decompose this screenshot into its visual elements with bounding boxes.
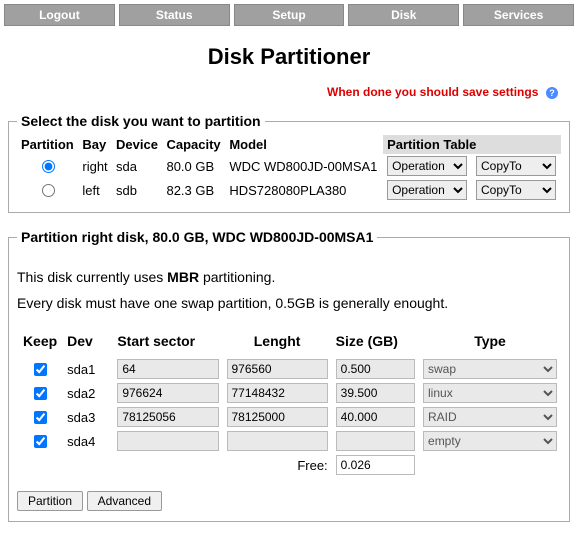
- keep-checkbox[interactable]: [34, 363, 47, 376]
- keep-checkbox[interactable]: [34, 387, 47, 400]
- scheme-pre: This disk currently uses: [17, 269, 167, 285]
- start-sector-input[interactable]: [117, 383, 218, 403]
- button-row: Partition Advanced: [17, 491, 561, 511]
- disk-capacity: 82.3 GB: [162, 178, 225, 202]
- swap-note: Every disk must have one swap partition,…: [17, 295, 561, 311]
- hdr-keep: Keep: [17, 329, 63, 357]
- partition-row: sda3 RAID: [17, 405, 561, 429]
- hdr-device: Device: [112, 135, 162, 154]
- type-select[interactable]: linux: [423, 383, 557, 403]
- start-sector-input[interactable]: [117, 407, 218, 427]
- length-input[interactable]: [227, 407, 328, 427]
- nav-status[interactable]: Status: [119, 4, 230, 26]
- operation-select-sda[interactable]: Operation: [387, 156, 467, 176]
- hdr-model: Model: [225, 135, 383, 154]
- part-dev: sda2: [63, 381, 113, 405]
- scheme-info: This disk currently uses MBR partitionin…: [17, 269, 561, 285]
- disk-radio-sdb[interactable]: [42, 184, 55, 197]
- keep-checkbox[interactable]: [34, 411, 47, 424]
- disk-model: HDS728080PLA380: [225, 178, 383, 202]
- hdr-partition: Partition: [17, 135, 78, 154]
- free-label: Free:: [223, 453, 332, 477]
- partitions-legend: Partition right disk, 80.0 GB, WDC WD800…: [17, 229, 377, 245]
- copyto-select-sdb[interactable]: CopyTo: [476, 180, 556, 200]
- warning-line: When done you should save settings ?: [4, 84, 574, 99]
- nav-services[interactable]: Services: [463, 4, 574, 26]
- disk-radio-sda[interactable]: [42, 160, 55, 173]
- copyto-select-sda[interactable]: CopyTo: [476, 156, 556, 176]
- type-select[interactable]: swap: [423, 359, 557, 379]
- type-select[interactable]: RAID: [423, 407, 557, 427]
- nav-setup[interactable]: Setup: [234, 4, 345, 26]
- disk-select-fieldset: Select the disk you want to partition Pa…: [8, 113, 570, 213]
- length-input[interactable]: [227, 383, 328, 403]
- length-input[interactable]: [227, 359, 328, 379]
- partition-row: sda1 swap: [17, 357, 561, 381]
- disk-device: sdb: [112, 178, 162, 202]
- partition-row: sda2 linux: [17, 381, 561, 405]
- hdr-size: Size (GB): [332, 329, 419, 357]
- scheme-post: partitioning.: [199, 269, 275, 285]
- advanced-button[interactable]: Advanced: [87, 491, 162, 511]
- help-icon[interactable]: ?: [546, 87, 558, 99]
- start-sector-input[interactable]: [117, 431, 218, 451]
- disk-row: left sdb 82.3 GB HDS728080PLA380 Operati…: [17, 178, 561, 202]
- size-input[interactable]: [336, 383, 415, 403]
- hdr-partition-table: Partition Table: [383, 135, 561, 154]
- hdr-start: Start sector: [113, 329, 222, 357]
- keep-checkbox[interactable]: [34, 435, 47, 448]
- scheme-name: MBR: [167, 269, 199, 285]
- hdr-capacity: Capacity: [162, 135, 225, 154]
- start-sector-input[interactable]: [117, 359, 218, 379]
- disk-capacity: 80.0 GB: [162, 154, 225, 178]
- free-value-input[interactable]: [336, 455, 415, 475]
- partition-button[interactable]: Partition: [17, 491, 83, 511]
- partitions-fieldset: Partition right disk, 80.0 GB, WDC WD800…: [8, 229, 570, 522]
- partitions-table: Keep Dev Start sector Lenght Size (GB) T…: [17, 329, 561, 477]
- type-select[interactable]: empty: [423, 431, 557, 451]
- size-input[interactable]: [336, 431, 415, 451]
- nav-logout[interactable]: Logout: [4, 4, 115, 26]
- hdr-bay: Bay: [78, 135, 112, 154]
- disk-bay: left: [78, 178, 112, 202]
- free-row: Free:: [17, 453, 561, 477]
- hdr-type: Type: [419, 329, 561, 357]
- operation-select-sdb[interactable]: Operation: [387, 180, 467, 200]
- partition-row: sda4 empty: [17, 429, 561, 453]
- disk-device: sda: [112, 154, 162, 178]
- part-dev: sda1: [63, 357, 113, 381]
- nav-disk[interactable]: Disk: [348, 4, 459, 26]
- page-title: Disk Partitioner: [4, 44, 574, 70]
- hdr-dev: Dev: [63, 329, 113, 357]
- disk-bay: right: [78, 154, 112, 178]
- length-input[interactable]: [227, 431, 328, 451]
- top-nav: Logout Status Setup Disk Services: [4, 4, 574, 26]
- disk-select-legend: Select the disk you want to partition: [17, 113, 265, 129]
- size-input[interactable]: [336, 407, 415, 427]
- hdr-len: Lenght: [223, 329, 332, 357]
- save-warning: When done you should save settings: [327, 85, 538, 99]
- disk-model: WDC WD800JD-00MSA1: [225, 154, 383, 178]
- part-dev: sda3: [63, 405, 113, 429]
- size-input[interactable]: [336, 359, 415, 379]
- disk-row: right sda 80.0 GB WDC WD800JD-00MSA1 Ope…: [17, 154, 561, 178]
- disk-table: Partition Bay Device Capacity Model Part…: [17, 135, 561, 202]
- part-dev: sda4: [63, 429, 113, 453]
